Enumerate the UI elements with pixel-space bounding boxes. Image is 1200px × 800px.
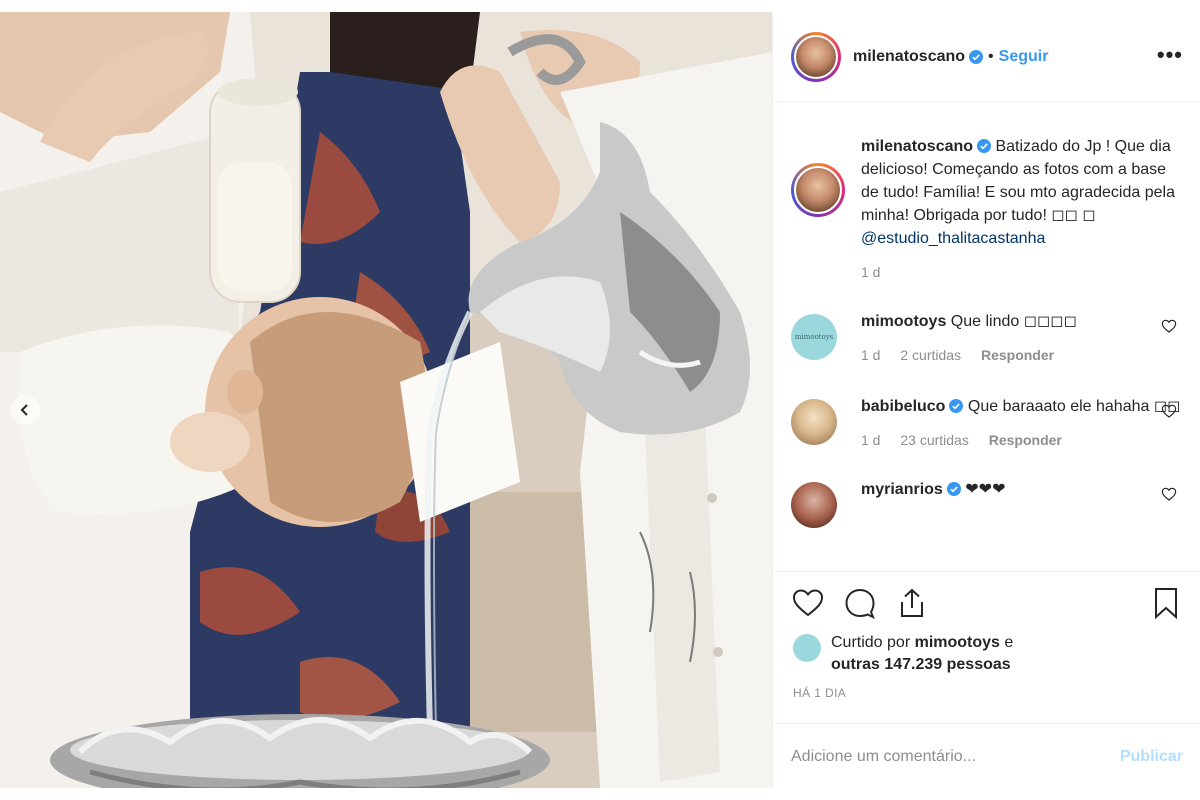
carousel-prev-button[interactable] [10, 395, 40, 425]
post-actions: Curtido por mimootoys e outras 147.239 p… [773, 571, 1200, 788]
comment-input[interactable] [791, 747, 1120, 766]
caption-age[interactable]: 1 d [861, 264, 880, 280]
bookmark-icon[interactable] [1149, 586, 1183, 620]
baptism-photo-illustration [0, 12, 772, 788]
verified-icon [969, 49, 984, 64]
story-ring[interactable] [791, 31, 841, 82]
likes-conjunction: e [1004, 634, 1014, 651]
post-sidebar: milenatoscano • Seguir ••• milenatoscano… [772, 12, 1200, 788]
comment-like-heart-icon[interactable] [1161, 318, 1177, 334]
liker-avatar[interactable] [793, 634, 821, 662]
separator: • [988, 47, 994, 65]
post-header: milenatoscano • Seguir ••• [773, 12, 1200, 102]
heart-icon[interactable] [791, 586, 825, 620]
add-comment-bar: Publicar [773, 723, 1200, 789]
action-bar [791, 586, 1183, 622]
comment-icon[interactable] [843, 586, 877, 620]
verified-icon [949, 399, 964, 413]
publish-button[interactable]: Publicar [1120, 748, 1183, 766]
comment-item: mimootoys mimootoys Que lindo ◻◻◻◻ 1 d 2… [791, 310, 1183, 363]
comment-text: ❤❤❤ [965, 481, 1006, 498]
comment-username[interactable]: mimootoys [861, 313, 946, 330]
comments-list[interactable]: milenatoscano Batizado do Jp ! Que dia d… [773, 103, 1200, 573]
comment-text: Que baraaato ele hahaha ◻◻ [967, 398, 1181, 415]
avatar[interactable] [794, 34, 838, 79]
comment-item: babibeluco Que baraaato ele hahaha ◻◻ 1 … [791, 395, 1183, 448]
comment-item: myrianrios ❤❤❤ [791, 478, 1183, 528]
likes-user-link[interactable]: mimootoys [915, 634, 1000, 651]
comment-like-heart-icon[interactable] [1161, 403, 1177, 419]
comment-avatar[interactable] [791, 399, 837, 445]
comment-likes[interactable]: 23 curtidas [900, 432, 968, 448]
post-caption: milenatoscano Batizado do Jp ! Que dia d… [791, 135, 1183, 280]
verified-icon [946, 482, 961, 496]
comment-like-heart-icon[interactable] [1161, 486, 1177, 502]
header-username[interactable]: milenatoscano [853, 48, 965, 66]
post-timestamp[interactable]: HÁ 1 DIA [793, 686, 846, 700]
reply-button[interactable]: Responder [989, 432, 1062, 448]
reply-button[interactable]: Responder [981, 347, 1054, 363]
caption-avatar[interactable] [791, 163, 845, 217]
comment-age[interactable]: 1 d [861, 347, 880, 363]
chevron-left-icon [20, 404, 28, 416]
comment-avatar[interactable]: mimootoys [791, 314, 837, 360]
share-icon[interactable] [895, 586, 929, 620]
post-photo[interactable] [0, 12, 772, 788]
comment-avatar[interactable] [791, 482, 837, 528]
caption-mention-link[interactable]: @estudio_thalitacastanha [861, 230, 1045, 247]
verified-icon [977, 139, 992, 153]
comment-age[interactable]: 1 d [861, 432, 880, 448]
likes-prefix: Curtido por [831, 634, 911, 651]
caption-username[interactable]: milenatoscano [861, 138, 973, 155]
comment-username[interactable]: babibeluco [861, 398, 945, 415]
comment-username[interactable]: myrianrios [861, 481, 943, 498]
comment-text: Que lindo ◻◻◻◻ [950, 313, 1077, 330]
more-options-icon[interactable]: ••• [1157, 44, 1183, 66]
likes-others-link[interactable]: outras 147.239 pessoas [831, 656, 1011, 673]
likes-summary: Curtido por mimootoys e outras 147.239 p… [793, 632, 1183, 676]
follow-button[interactable]: Seguir [999, 48, 1049, 66]
comment-likes[interactable]: 2 curtidas [900, 347, 961, 363]
